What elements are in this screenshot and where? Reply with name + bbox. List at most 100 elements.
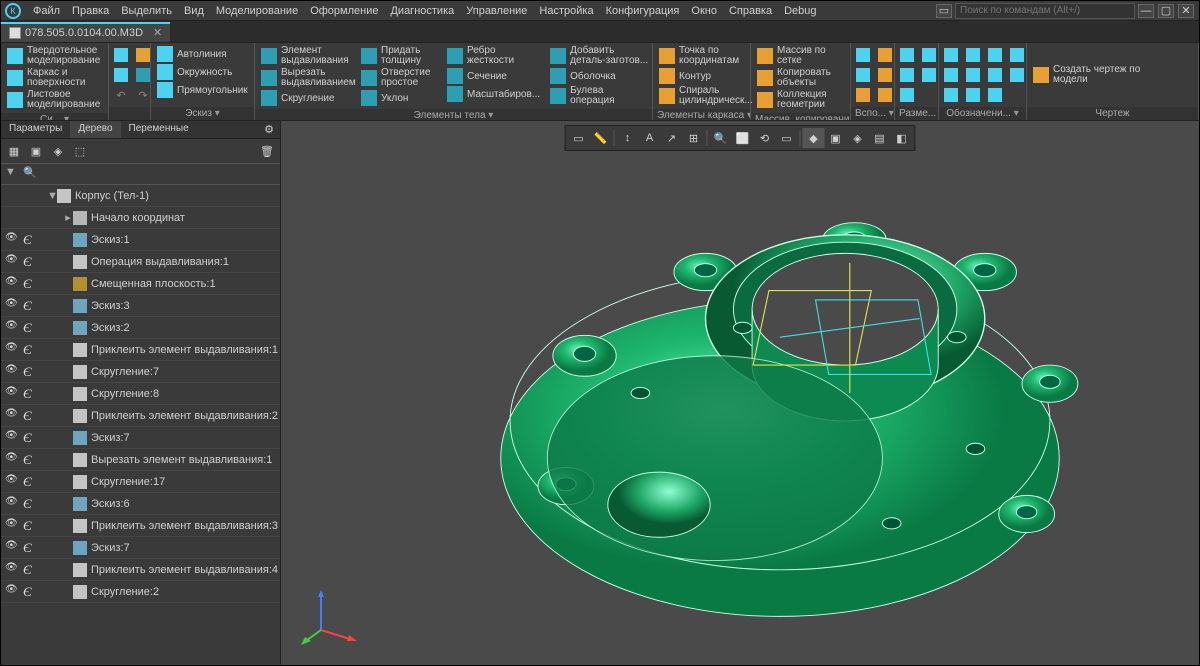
ann8-icon[interactable] [1007, 65, 1027, 85]
sheet-modeling-button[interactable]: Листовое моделирование [3, 89, 106, 111]
close-button[interactable]: ✕ [1178, 4, 1194, 18]
solid-modeling-button[interactable]: Твердотельное моделирование [3, 45, 106, 67]
command-search-input[interactable] [955, 3, 1135, 19]
visibility-icon[interactable]: 👁 [5, 584, 19, 600]
document-tab[interactable]: 078.505.0.0104.00.M3D ✕ [1, 22, 170, 42]
vt-front-icon[interactable]: ▭ [776, 128, 798, 148]
visibility-icon[interactable]: 👁 [5, 342, 19, 358]
contour-button[interactable]: Контур [655, 67, 759, 85]
aux3-icon[interactable] [853, 65, 873, 85]
layout-icon[interactable]: ▭ [936, 4, 952, 18]
ann5-icon[interactable] [941, 65, 961, 85]
include-icon[interactable]: Є [23, 386, 37, 402]
array-grid-button[interactable]: Массив по сетке [753, 45, 847, 67]
tree-item[interactable]: 👁ЄСкругление:7 [1, 361, 280, 383]
menu-item[interactable]: Debug [778, 3, 822, 19]
visibility-icon[interactable]: 👁 [5, 408, 19, 424]
undo-icon[interactable]: ↶ [111, 85, 131, 105]
aux6-icon[interactable] [875, 85, 895, 105]
cut-extrude-button[interactable]: Вырезать выдавливанием [257, 67, 355, 89]
insert-part-button[interactable]: Добавить деталь-заготов... [546, 45, 656, 67]
fillet-button[interactable]: Скругление [257, 89, 355, 107]
tree-item[interactable]: 👁ЄЭскиз:1 [1, 229, 280, 251]
visibility-icon[interactable]: 👁 [5, 430, 19, 446]
point-button[interactable]: Точка по координатам [655, 45, 759, 67]
menu-item[interactable]: Справка [723, 3, 778, 19]
include-icon[interactable]: Є [23, 540, 37, 556]
visibility-icon[interactable]: 👁 [5, 232, 19, 248]
tree-item[interactable]: 👁ЄЭскиз:7 [1, 427, 280, 449]
ann9-icon[interactable] [941, 85, 961, 105]
visibility-icon[interactable]: 👁 [5, 496, 19, 512]
include-icon[interactable]: Є [23, 342, 37, 358]
include-icon[interactable]: Є [23, 562, 37, 578]
tree-item[interactable]: 👁ЄПриклеить элемент выдавливания:2 [1, 405, 280, 427]
section-button[interactable]: Сечение [443, 67, 544, 85]
dim1-icon[interactable] [897, 45, 917, 65]
rib-button[interactable]: Ребро жесткости [443, 45, 544, 67]
include-icon[interactable]: Є [23, 320, 37, 336]
dim4-icon[interactable] [919, 65, 939, 85]
tree-item[interactable]: 👁ЄПриклеить элемент выдавливания:1 [1, 339, 280, 361]
dim3-icon[interactable] [897, 65, 917, 85]
include-icon[interactable]: Є [23, 276, 37, 292]
thicken-button[interactable]: Придать толщину [357, 45, 441, 67]
include-icon[interactable]: Є [23, 474, 37, 490]
tree-item[interactable]: 👁ЄОперация выдавливания:1 [1, 251, 280, 273]
include-icon[interactable]: Є [23, 408, 37, 424]
menu-item[interactable]: Оформление [304, 3, 384, 19]
dim2-icon[interactable] [919, 45, 939, 65]
vt-text-icon[interactable]: A [639, 128, 661, 148]
tree-tool4-icon[interactable]: ⬚ [71, 142, 89, 160]
vt-zoom-icon[interactable]: 🔍 [710, 128, 732, 148]
ann7-icon[interactable] [985, 65, 1005, 85]
ann11-icon[interactable] [985, 85, 1005, 105]
menu-item[interactable]: Диагностика [384, 3, 460, 19]
visibility-icon[interactable]: 👁 [5, 364, 19, 380]
shell-button[interactable]: Оболочка [546, 67, 656, 85]
tree-item[interactable]: 👁ЄЭскиз:3 [1, 295, 280, 317]
maximize-button[interactable]: ▢ [1158, 4, 1174, 18]
vt-fit-icon[interactable]: ⬜ [732, 128, 754, 148]
filter-icon[interactable]: ▼ [5, 166, 21, 182]
include-icon[interactable]: Є [23, 430, 37, 446]
tree-item[interactable]: ▸Начало координат [1, 207, 280, 229]
menu-item[interactable]: Настройка [533, 3, 599, 19]
save-icon[interactable] [111, 65, 131, 85]
ann1-icon[interactable] [941, 45, 961, 65]
tree-item[interactable]: 👁ЄЭскиз:7 [1, 537, 280, 559]
vt-grid-icon[interactable]: ⊞ [683, 128, 705, 148]
visibility-icon[interactable]: 👁 [5, 320, 19, 336]
visibility-icon[interactable]: 👁 [5, 276, 19, 292]
visibility-icon[interactable]: 👁 [5, 254, 19, 270]
menu-item[interactable]: Файл [27, 3, 66, 19]
tree-item[interactable]: 👁ЄСкругление:17 [1, 471, 280, 493]
open-icon[interactable] [133, 45, 153, 65]
tree-item[interactable]: 👁ЄЭскиз:2 [1, 317, 280, 339]
boolean-button[interactable]: Булева операция [546, 85, 656, 107]
spiral-button[interactable]: Спираль цилиндрическ... [655, 85, 759, 107]
include-icon[interactable]: Є [23, 298, 37, 314]
tree-item[interactable]: 👁ЄПриклеить элемент выдавливания:4 [1, 559, 280, 581]
panel-settings-icon[interactable]: ⚙ [258, 121, 280, 138]
tree-item[interactable]: 👁ЄСкругление:2 [1, 581, 280, 603]
visibility-icon[interactable]: 👁 [5, 518, 19, 534]
visibility-icon[interactable]: 👁 [5, 562, 19, 578]
expand-icon[interactable]: ▸ [63, 211, 73, 224]
geometry-collection-button[interactable]: Коллекция геометрии [753, 89, 847, 111]
include-icon[interactable]: Є [23, 518, 37, 534]
visibility-icon[interactable]: 👁 [5, 386, 19, 402]
menu-item[interactable]: Правка [66, 3, 115, 19]
rectangle-button[interactable]: Прямоугольник [153, 81, 252, 99]
scale-button[interactable]: Масштабиров... [443, 85, 544, 103]
tab-close-icon[interactable]: ✕ [153, 26, 162, 39]
ann6-icon[interactable] [963, 65, 983, 85]
create-drawing-button[interactable]: Создать чертеж по модели [1029, 45, 1147, 105]
circle-button[interactable]: Окружность [153, 63, 252, 81]
copy-objects-button[interactable]: Копировать объекты [753, 67, 847, 89]
tree-search-icon[interactable]: 🔍 [23, 166, 39, 182]
aux2-icon[interactable] [875, 45, 895, 65]
menu-item[interactable]: Окно [685, 3, 723, 19]
tree-item[interactable]: 👁ЄЭскиз:6 [1, 493, 280, 515]
extrude-button[interactable]: Элемент выдавливания [257, 45, 355, 67]
